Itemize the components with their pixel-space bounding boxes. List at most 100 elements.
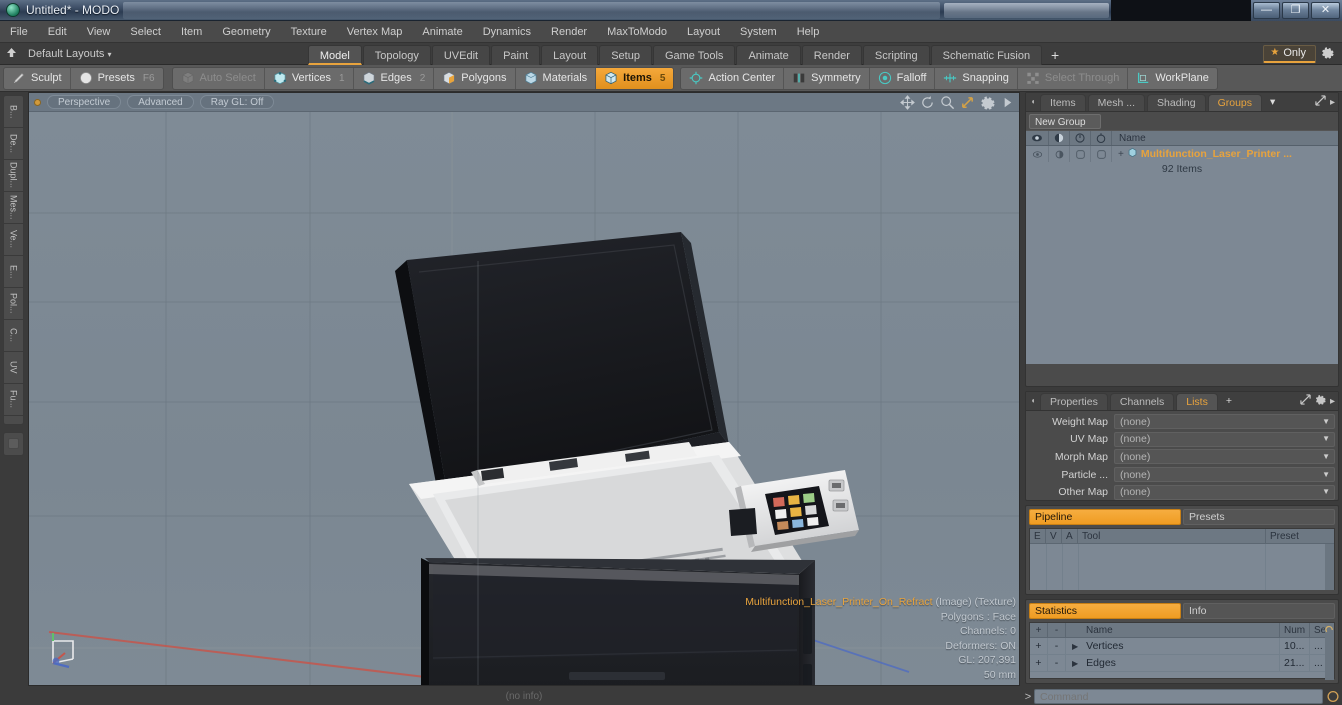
viewport-projection-dropdown[interactable]: Perspective: [47, 95, 122, 109]
command-input[interactable]: [1034, 689, 1323, 704]
add-layout-tab-button[interactable]: +: [1043, 45, 1067, 65]
workplane-button[interactable]: WorkPlane: [1128, 68, 1217, 89]
pipeline-scrollbar[interactable]: [1325, 544, 1334, 590]
tab-mesh[interactable]: Mesh ...: [1087, 94, 1146, 111]
new-group-button[interactable]: New Group: [1029, 114, 1101, 129]
gear-icon-2[interactable]: [1315, 394, 1326, 408]
left-tab-mesh-edit[interactable]: Mes...: [4, 192, 23, 224]
menu-system[interactable]: System: [730, 21, 787, 43]
subtab-info[interactable]: Info: [1183, 603, 1335, 619]
uv-map-dropdown[interactable]: (none) ▼: [1114, 431, 1335, 447]
symmetry-button[interactable]: Symmetry: [784, 67, 870, 89]
left-tab-curve[interactable]: C...: [4, 320, 23, 352]
viewport-raygl-dropdown[interactable]: Ray GL: Off: [199, 95, 275, 109]
menu-edit[interactable]: Edit: [38, 21, 77, 43]
left-tab-fusion[interactable]: Fu...: [4, 384, 23, 416]
edges-mode-button[interactable]: Edges 2: [354, 67, 435, 89]
zoom-icon[interactable]: [940, 95, 955, 110]
action-center-button[interactable]: Action Center: [681, 67, 785, 89]
sculpt-button[interactable]: Sculpt: [4, 67, 71, 89]
left-tab-polygon[interactable]: Pol...: [4, 288, 23, 320]
col-render[interactable]: [1049, 131, 1070, 145]
menu-item[interactable]: Item: [171, 21, 212, 43]
chevron-right-icon-2[interactable]: ▸: [1330, 396, 1335, 407]
table-row[interactable]: + Multifunction_Laser_Printer ...: [1026, 146, 1338, 162]
viewport-3d[interactable]: Perspective Advanced Ray GL: Off Multifu…: [28, 92, 1020, 686]
left-tab-deform[interactable]: De...: [4, 128, 23, 160]
tab-items[interactable]: Items: [1040, 94, 1086, 111]
tab-properties[interactable]: Properties: [1040, 393, 1108, 410]
menu-texture[interactable]: Texture: [281, 21, 337, 43]
group-row-name[interactable]: + Multifunction_Laser_Printer ...: [1112, 147, 1338, 161]
auto-select-button[interactable]: Auto Select: [173, 67, 265, 89]
tab-channels[interactable]: Channels: [1109, 393, 1175, 410]
tab-lists[interactable]: Lists: [1176, 393, 1218, 410]
expand-icon-2[interactable]: [1300, 394, 1311, 408]
row-select-toggle[interactable]: [1091, 146, 1112, 162]
left-tab-extra-button[interactable]: [3, 432, 24, 456]
stat-name-cell[interactable]: ▶ Edges: [1066, 655, 1280, 671]
layout-tab-topology[interactable]: Topology: [362, 44, 431, 65]
gear-icon[interactable]: [980, 95, 995, 110]
items-mode-button[interactable]: Items 5: [596, 67, 674, 89]
viewport-menu-dot-icon[interactable]: [34, 98, 41, 106]
particle-map-dropdown[interactable]: (none) ▼: [1114, 467, 1335, 483]
menu-dynamics[interactable]: Dynamics: [473, 21, 541, 43]
expander-icon[interactable]: +: [1118, 149, 1124, 160]
presets-button[interactable]: Presets F6: [71, 68, 163, 89]
pipeline-table-empty-body[interactable]: [1030, 544, 1334, 590]
gear-icon[interactable]: [1316, 46, 1338, 62]
subtab-statistics[interactable]: Statistics: [1029, 603, 1181, 619]
panel-collapse-icon[interactable]: ◖: [1026, 92, 1040, 111]
layout-tab-animate[interactable]: Animate: [736, 44, 801, 65]
left-tab-duplicate[interactable]: Dupl...: [4, 160, 23, 192]
tab-groups[interactable]: Groups: [1207, 94, 1263, 111]
tab-shading[interactable]: Shading: [1147, 94, 1206, 111]
expander-icon[interactable]: ▶: [1072, 638, 1078, 654]
menu-render[interactable]: Render: [541, 21, 597, 43]
layout-tab-uvedit[interactable]: UVEdit: [431, 44, 491, 65]
left-tab-vertex[interactable]: Ve...: [4, 224, 23, 256]
menu-select[interactable]: Select: [120, 21, 171, 43]
expander-icon[interactable]: ▶: [1072, 655, 1078, 671]
menu-help[interactable]: Help: [787, 21, 830, 43]
rotate-icon[interactable]: [920, 95, 935, 110]
viewport-shading-dropdown[interactable]: Advanced: [127, 95, 194, 109]
add-list-tab-button[interactable]: +: [1220, 393, 1238, 410]
layout-tab-schematic-fusion[interactable]: Schematic Fusion: [930, 44, 1043, 65]
minimize-button[interactable]: —: [1253, 1, 1280, 19]
close-button[interactable]: ✕: [1311, 1, 1340, 19]
layout-tab-paint[interactable]: Paint: [491, 44, 541, 65]
statistics-scrollbar[interactable]: [1325, 623, 1334, 680]
snapping-button[interactable]: Snapping: [935, 67, 1018, 89]
layout-tab-render[interactable]: Render: [801, 44, 862, 65]
polygons-mode-button[interactable]: Polygons: [434, 67, 516, 89]
table-row[interactable]: + - ▶ Vertices 10... ...: [1030, 638, 1334, 655]
maximize-button[interactable]: ❐: [1282, 1, 1309, 19]
morph-map-dropdown[interactable]: (none) ▼: [1114, 449, 1335, 465]
record-icon[interactable]: [1326, 690, 1342, 704]
menu-file[interactable]: File: [0, 21, 38, 43]
menu-view[interactable]: View: [77, 21, 121, 43]
groups-tabs-overflow-dropdown[interactable]: ▾: [1264, 94, 1281, 111]
stat-add-button[interactable]: +: [1030, 638, 1048, 654]
expand-icon[interactable]: [1315, 95, 1326, 109]
subtab-presets[interactable]: Presets: [1183, 509, 1335, 525]
stat-add-button[interactable]: +: [1030, 655, 1048, 671]
subtab-pipeline[interactable]: Pipeline: [1029, 509, 1181, 525]
left-tab-edge[interactable]: E...: [4, 256, 23, 288]
falloff-button[interactable]: Falloff: [870, 67, 936, 89]
layout-tab-setup[interactable]: Setup: [599, 44, 652, 65]
left-tab-uv[interactable]: UV: [4, 352, 23, 384]
layout-tab-model[interactable]: Model: [307, 44, 362, 65]
col-visibility[interactable]: [1026, 131, 1049, 145]
select-through-button[interactable]: Select Through: [1018, 67, 1129, 89]
groups-tree-body[interactable]: + Multifunction_Laser_Printer ... 92 Ite…: [1026, 146, 1338, 364]
stat-sub-button[interactable]: -: [1048, 638, 1066, 654]
up-dir-icon[interactable]: [0, 47, 22, 61]
menu-animate[interactable]: Animate: [412, 21, 472, 43]
vertices-mode-button[interactable]: Vertices 1: [265, 67, 354, 89]
table-row[interactable]: + - ▶ Edges 21... ...: [1030, 655, 1334, 672]
layout-tab-scripting[interactable]: Scripting: [862, 44, 930, 65]
row-visibility-toggle[interactable]: [1026, 146, 1049, 162]
